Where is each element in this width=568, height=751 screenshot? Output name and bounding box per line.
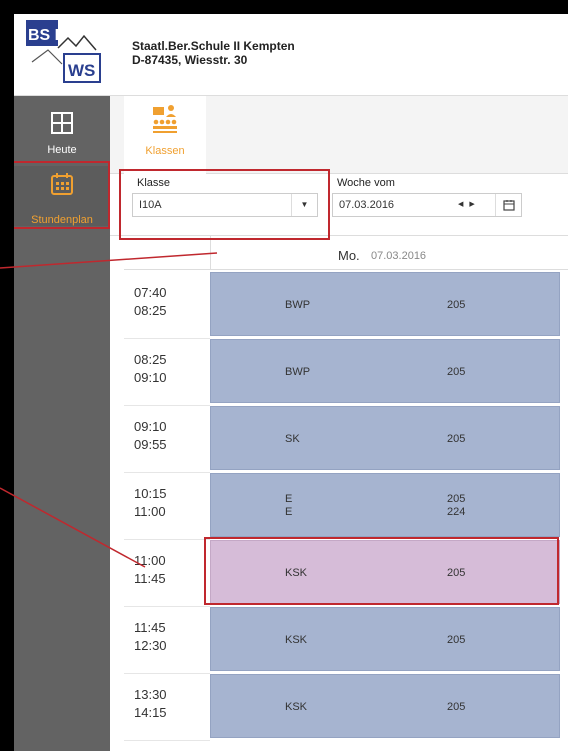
- lesson-room: 205: [447, 433, 466, 445]
- grid-icon: [51, 112, 73, 139]
- lesson-room: 205: [447, 366, 466, 378]
- tab-klassen[interactable]: Klassen: [124, 96, 206, 174]
- sidebar-item-heute[interactable]: Heute: [14, 102, 110, 162]
- lesson-end-time: 12:30: [134, 638, 167, 653]
- tab-label: Klassen: [145, 145, 185, 157]
- lesson-start-time: 10:15: [134, 486, 167, 501]
- time-column-header: [124, 236, 210, 270]
- week-date-value: 07.03.2016: [339, 199, 395, 211]
- lesson-block[interactable]: E E 205 224: [210, 473, 560, 537]
- lesson-row: 13:30 14:15 KSK 205: [124, 674, 568, 741]
- calendar-picker-icon[interactable]: [495, 194, 521, 216]
- lesson-room: 205: [447, 634, 466, 646]
- lesson-time: 11:45 12:30: [124, 607, 210, 674]
- day-date: 07.03.2016: [371, 250, 427, 262]
- lesson-row: 11:45 12:30 KSK 205: [124, 607, 568, 674]
- lesson-time: 07:40 08:25: [124, 272, 210, 339]
- lesson-start-time: 09:10: [134, 419, 167, 434]
- lesson-row: 08:25 09:10 BWP 205: [124, 339, 568, 406]
- class-icon: [151, 104, 179, 139]
- school-name: Staatl.Ber.Schule II Kempten: [132, 39, 295, 53]
- lesson-block[interactable]: SK 205: [210, 406, 560, 470]
- lesson-start-time: 07:40: [134, 285, 167, 300]
- lesson-row: 10:15 11:00 E E 205 224: [124, 473, 568, 540]
- lesson-end-time: 11:45: [134, 571, 166, 586]
- lesson-subject: BWP: [285, 299, 311, 311]
- lesson-end-time: 14:15: [134, 705, 167, 720]
- lesson-block[interactable]: BWP 205: [210, 339, 560, 403]
- lesson-subject: BWP: [285, 366, 311, 378]
- week-nav-arrows[interactable]: ◀ ▶: [458, 194, 477, 216]
- lesson-time: 10:15 11:00: [124, 473, 210, 540]
- lesson-time: 09:10 09:55: [124, 406, 210, 473]
- annotation-box-sidebar: [14, 161, 110, 229]
- lesson-room: 205: [447, 299, 466, 311]
- school-address: D-87435, Wiesstr. 30: [132, 53, 248, 67]
- week-date-input[interactable]: 07.03.2016 ◀ ▶: [332, 193, 522, 217]
- lesson-end-time: 09:55: [134, 437, 167, 452]
- svg-text:WS: WS: [68, 61, 95, 80]
- svg-text:BS II: BS II: [28, 27, 64, 44]
- tab-bar: Klassen: [110, 96, 568, 174]
- lesson-block[interactable]: KSK 205: [210, 674, 560, 738]
- lesson-subject: KSK: [285, 701, 308, 713]
- lesson-row: 07:40 08:25 BWP 205: [124, 272, 568, 339]
- lesson-room: 205: [447, 701, 466, 713]
- day-header: Mo. 07.03.2016: [210, 236, 568, 270]
- lesson-start-time: 11:45: [134, 620, 166, 635]
- annotation-box-filters: [119, 169, 330, 240]
- lesson-time: 11:00 11:45: [124, 540, 210, 607]
- lesson-row: 09:10 09:55 SK 205: [124, 406, 568, 473]
- lesson-start-time: 13:30: [134, 687, 167, 702]
- school-logo: BS II WS: [22, 18, 110, 90]
- lesson-start-time: 08:25: [134, 352, 167, 367]
- lesson-block[interactable]: KSK 205: [210, 607, 560, 671]
- lesson-room: 224: [447, 506, 466, 518]
- lesson-subject: SK: [285, 433, 300, 445]
- lesson-subject: E: [285, 506, 293, 518]
- week-label: Woche vom: [337, 177, 395, 189]
- app-header: BS II WS Staatl.Ber.Schule II Kempten D-…: [14, 14, 568, 96]
- day-name: Mo.: [338, 248, 360, 263]
- lesson-start-time: 11:00: [134, 553, 166, 568]
- app-window: BS II WS Staatl.Ber.Schule II Kempten D-…: [14, 14, 568, 751]
- lesson-end-time: 09:10: [134, 370, 167, 385]
- lesson-end-time: 11:00: [134, 504, 166, 519]
- lesson-time: 08:25 09:10: [124, 339, 210, 406]
- lesson-subject: KSK: [285, 634, 308, 646]
- lesson-room: 205: [447, 493, 466, 505]
- lesson-block[interactable]: BWP 205: [210, 272, 560, 336]
- lesson-subject: E: [285, 493, 293, 505]
- lesson-end-time: 08:25: [134, 303, 167, 318]
- sidebar-item-label: Heute: [47, 144, 77, 156]
- lesson-time: 13:30 14:15: [124, 674, 210, 741]
- timetable: Mo. 07.03.2016 07:40 08:25 BWP 205 08:25 09:1…: [110, 236, 568, 751]
- annotation-box-lesson: [204, 537, 559, 605]
